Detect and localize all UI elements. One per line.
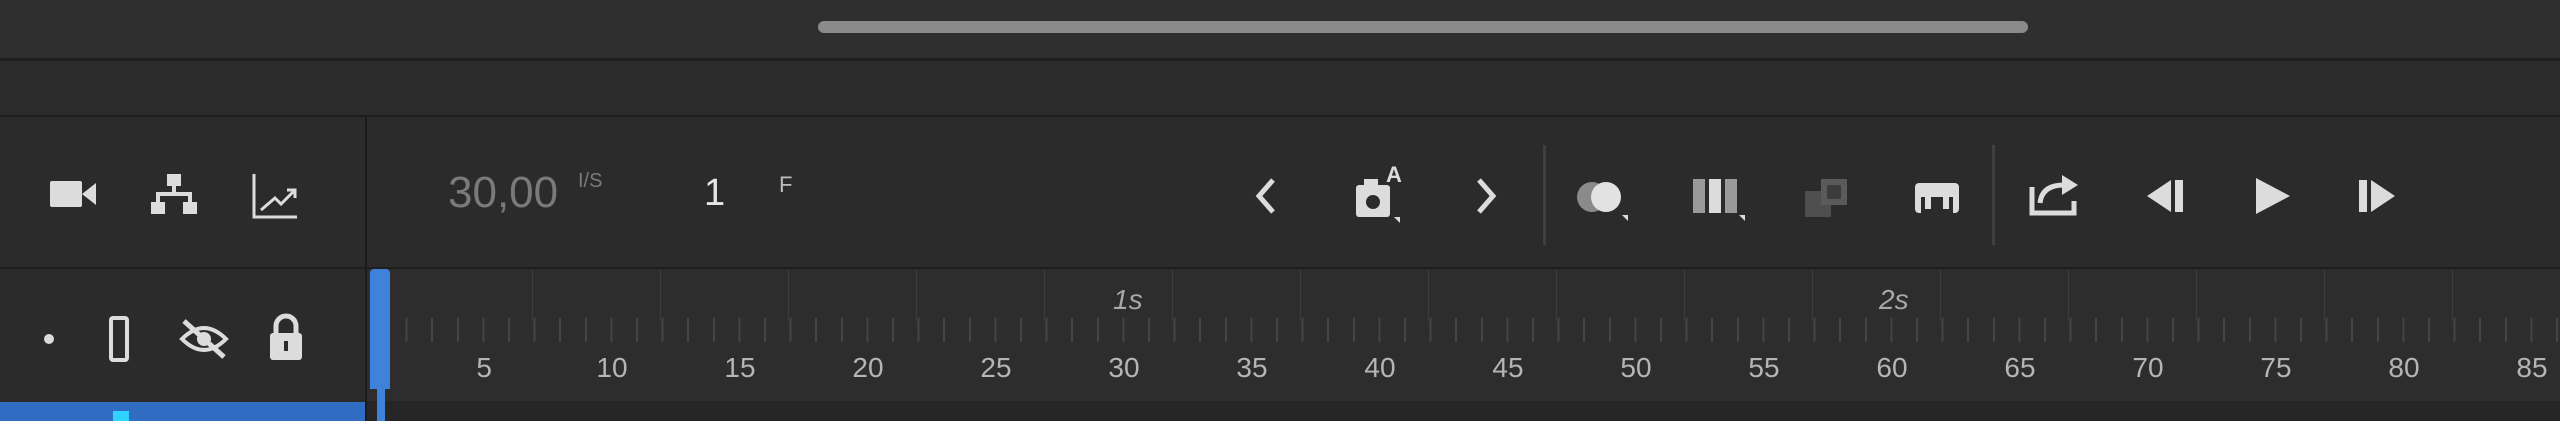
fps-value[interactable]: 30,00 bbox=[448, 168, 558, 218]
toolbar-separator bbox=[1543, 145, 1546, 245]
frame-number-label: 25 bbox=[980, 352, 1012, 383]
frame-number-label: 10 bbox=[596, 352, 628, 383]
panel-drag-handle[interactable] bbox=[818, 21, 2028, 33]
major-tick bbox=[1556, 269, 1558, 321]
eye-hidden-icon[interactable] bbox=[176, 313, 232, 365]
second-marker-label: 2s bbox=[1879, 284, 1909, 315]
frame-number-label: 80 bbox=[2388, 352, 2420, 383]
major-tick bbox=[916, 269, 918, 321]
loop-icon[interactable] bbox=[1908, 172, 1966, 224]
major-tick bbox=[1172, 269, 1174, 321]
frame-number-label: 30 bbox=[1108, 352, 1140, 383]
top-bar bbox=[0, 0, 2560, 61]
frame-number-label: 85 bbox=[2516, 352, 2548, 383]
frame-number-label: 75 bbox=[2260, 352, 2292, 383]
play-icon[interactable] bbox=[2244, 172, 2300, 220]
frame-number-label: 40 bbox=[1364, 352, 1396, 383]
major-tick bbox=[1684, 269, 1686, 321]
toolbar-separator-2 bbox=[1992, 145, 1995, 245]
frame-number-label: 35 bbox=[1236, 352, 1268, 383]
step-back-icon[interactable] bbox=[2136, 172, 2192, 220]
insert-keyframe-icon[interactable]: A bbox=[1348, 162, 1408, 228]
major-tick bbox=[1300, 269, 1302, 321]
frame-number-label: 55 bbox=[1748, 352, 1780, 383]
frame-number-label: 5 bbox=[476, 352, 492, 383]
panel-header-strip bbox=[0, 61, 2560, 117]
graph-icon[interactable] bbox=[246, 170, 304, 222]
frames-row[interactable] bbox=[367, 401, 2560, 421]
layers-panel bbox=[0, 117, 367, 421]
prev-keyframe-icon[interactable] bbox=[1246, 172, 1286, 220]
frame-number-label: 20 bbox=[852, 352, 884, 383]
dot-icon bbox=[40, 330, 58, 348]
frame-number-label: 45 bbox=[1492, 352, 1524, 383]
frame-ticks bbox=[380, 318, 2560, 342]
frame-number-label: 65 bbox=[2004, 352, 2036, 383]
major-tick bbox=[1428, 269, 1430, 321]
fps-unit-label: I/S bbox=[578, 170, 603, 192]
lock-icon[interactable] bbox=[264, 310, 308, 364]
disabled-frames-icon bbox=[1798, 172, 1860, 224]
major-tick bbox=[1812, 269, 1814, 321]
outline-icon[interactable] bbox=[104, 313, 134, 365]
frame-unit-label: F bbox=[779, 172, 793, 197]
major-tick bbox=[2068, 269, 2070, 321]
major-tick bbox=[1044, 269, 1046, 321]
major-tick bbox=[2324, 269, 2326, 321]
camera-icon[interactable] bbox=[44, 172, 102, 216]
layer-parenting-icon[interactable] bbox=[145, 170, 203, 218]
frame-number-label: 60 bbox=[1876, 352, 1908, 383]
major-tick bbox=[2196, 269, 2198, 321]
layer-color-marker bbox=[113, 411, 129, 421]
timeline-controls-row bbox=[367, 117, 2560, 269]
major-tick bbox=[1940, 269, 1942, 321]
svg-text:A: A bbox=[1386, 165, 1402, 187]
current-frame-value[interactable]: 1 bbox=[704, 172, 725, 215]
major-tick bbox=[532, 269, 534, 321]
major-tick bbox=[788, 269, 790, 321]
frame-number-label: 70 bbox=[2132, 352, 2164, 383]
major-tick bbox=[2452, 269, 2454, 321]
frame-number-label: 15 bbox=[724, 352, 756, 383]
step-forward-icon[interactable] bbox=[2350, 172, 2406, 220]
major-tick bbox=[660, 269, 662, 321]
frame-number-label: 50 bbox=[1620, 352, 1652, 383]
playhead-line bbox=[377, 269, 385, 421]
onion-skin-icon[interactable] bbox=[1572, 172, 1634, 224]
edit-multiple-frames-icon[interactable] bbox=[1688, 172, 1750, 224]
export-icon[interactable] bbox=[2026, 170, 2084, 222]
selected-layer-row[interactable] bbox=[0, 402, 365, 421]
second-marker-label: 1s bbox=[1113, 284, 1143, 315]
next-keyframe-icon[interactable] bbox=[1466, 172, 1506, 220]
